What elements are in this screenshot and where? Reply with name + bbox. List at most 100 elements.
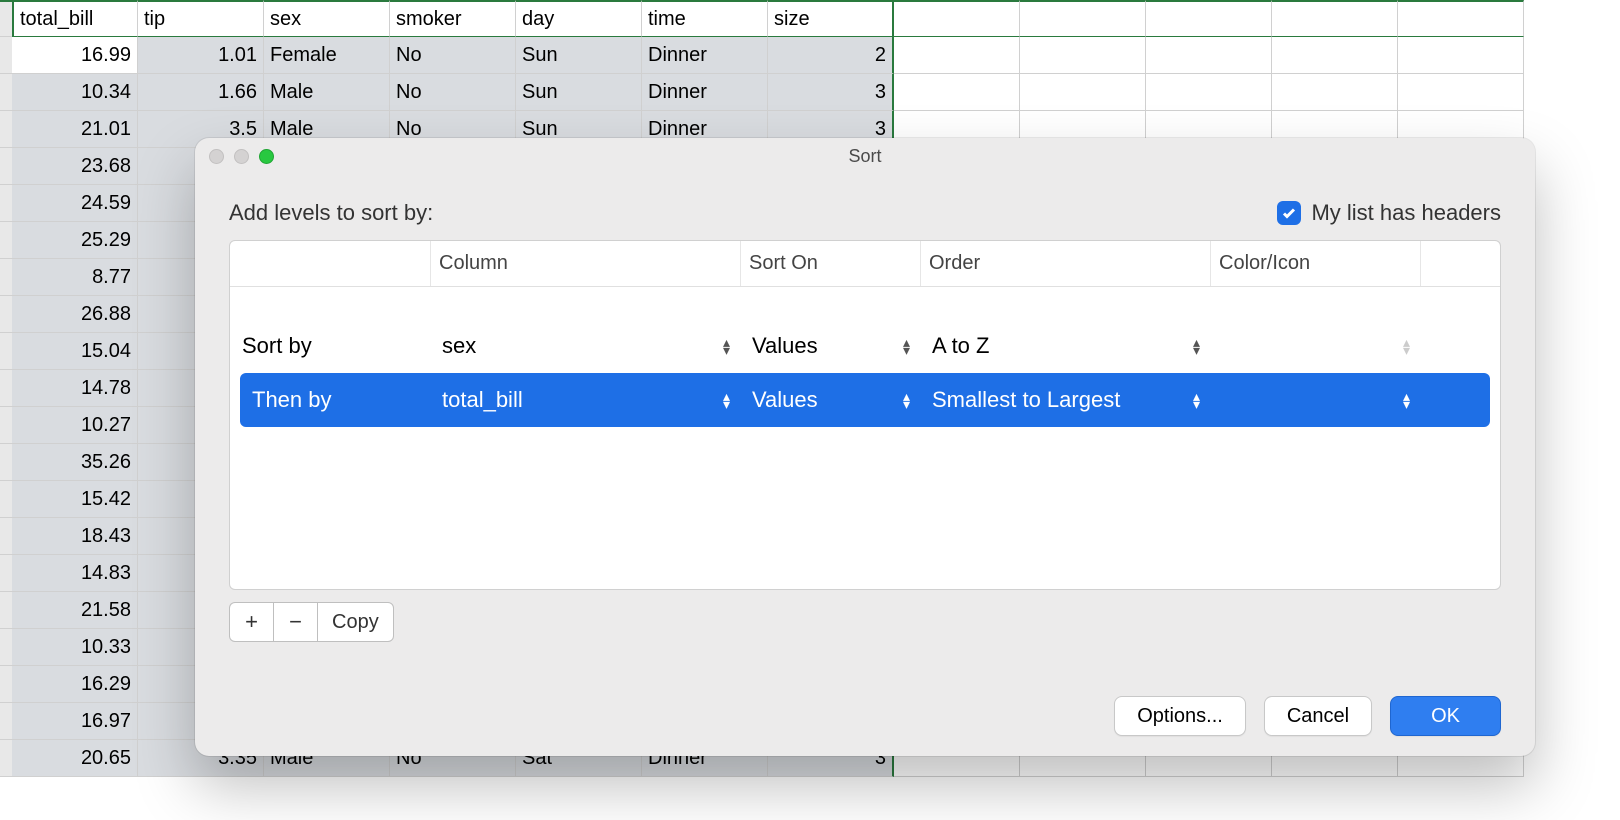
cell[interactable]	[1146, 37, 1272, 74]
add-level-button[interactable]: +	[229, 602, 273, 642]
chevron-up-down-icon: ▴▾	[903, 392, 910, 408]
cell[interactable]: 18.43	[12, 518, 138, 555]
cell[interactable]: Sun	[516, 37, 642, 74]
cell[interactable]: 21.01	[12, 111, 138, 148]
level-order-select[interactable]: Smallest to Largest▴▾	[920, 373, 1210, 427]
level-toolbar: + − Copy	[229, 602, 1501, 642]
cell[interactable]: 16.97	[12, 703, 138, 740]
cell[interactable]: 1.01	[138, 37, 264, 74]
column-header[interactable]: total_bill	[12, 0, 138, 37]
cell[interactable]: Dinner	[642, 37, 768, 74]
chevron-up-down-icon: ▴▾	[903, 338, 910, 354]
chevron-up-down-icon: ▴▾	[1403, 338, 1410, 354]
chevron-up-down-icon: ▴▾	[723, 392, 730, 408]
level-sorton-select[interactable]: Values▴▾	[740, 373, 920, 427]
minimize-icon[interactable]	[234, 149, 249, 164]
sort-levels-header: Column Sort On Order Color/Icon	[230, 241, 1500, 287]
level-end	[1420, 373, 1470, 427]
cell[interactable]: 8.77	[12, 259, 138, 296]
cell[interactable]: 16.29	[12, 666, 138, 703]
copy-level-button[interactable]: Copy	[317, 602, 394, 642]
cell[interactable]: 10.34	[12, 74, 138, 111]
col-header-order: Order	[920, 241, 1210, 286]
cell[interactable]: 35.26	[12, 444, 138, 481]
col-header-sorton: Sort On	[740, 241, 920, 286]
cell[interactable]	[1020, 37, 1146, 74]
level-coloricon-select[interactable]: ▴▾	[1210, 373, 1420, 427]
cell[interactable]: 21.58	[12, 592, 138, 629]
remove-level-button[interactable]: −	[273, 602, 317, 642]
sort-levels-box: Column Sort On Order Color/Icon Sort bys…	[229, 240, 1501, 590]
cell[interactable]: 23.68	[12, 148, 138, 185]
cell[interactable]	[1398, 37, 1524, 74]
cell[interactable]	[894, 37, 1020, 74]
cell[interactable]: 3	[768, 74, 894, 111]
col-header-coloricon: Color/Icon	[1210, 241, 1420, 286]
cell[interactable]: Male	[264, 74, 390, 111]
cell[interactable]	[1272, 74, 1398, 111]
zoom-icon[interactable]	[259, 149, 274, 164]
cell[interactable]: 14.78	[12, 370, 138, 407]
level-sorton-select[interactable]: Values▴▾	[740, 319, 920, 373]
column-header[interactable]: day	[516, 0, 642, 37]
cancel-button[interactable]: Cancel	[1264, 696, 1372, 736]
sort-dialog: Sort Add levels to sort by: My list has …	[195, 138, 1535, 756]
cell[interactable]: 25.29	[12, 222, 138, 259]
cell[interactable]: Dinner	[642, 74, 768, 111]
level-coloricon-select[interactable]: ▴▾	[1210, 319, 1420, 373]
cell[interactable]: 16.99	[12, 37, 138, 74]
sort-level-secondary[interactable]: Then bytotal_bill▴▾Values▴▾Smallest to L…	[240, 373, 1490, 427]
cell[interactable]: 10.33	[12, 629, 138, 666]
options-button[interactable]: Options...	[1114, 696, 1246, 736]
cell[interactable]: 10.27	[12, 407, 138, 444]
column-header[interactable]	[1398, 0, 1524, 37]
cell[interactable]: 26.88	[12, 296, 138, 333]
column-header[interactable]	[1020, 0, 1146, 37]
cell[interactable]: No	[390, 37, 516, 74]
cell[interactable]	[1020, 74, 1146, 111]
level-order-select[interactable]: A to Z▴▾	[920, 319, 1210, 373]
dialog-title: Sort	[848, 146, 881, 167]
cell[interactable]: 15.42	[12, 481, 138, 518]
column-header[interactable]	[1146, 0, 1272, 37]
level-label: Sort by	[230, 319, 430, 373]
dialog-titlebar: Sort	[195, 138, 1535, 174]
cell[interactable]: 15.04	[12, 333, 138, 370]
cell[interactable]: 24.59	[12, 185, 138, 222]
ok-button[interactable]: OK	[1390, 696, 1501, 736]
cell[interactable]	[1146, 74, 1272, 111]
dialog-footer: Options... Cancel OK	[195, 678, 1535, 756]
chevron-up-down-icon: ▴▾	[723, 338, 730, 354]
level-label: Then by	[240, 373, 430, 427]
column-header[interactable]: tip	[138, 0, 264, 37]
column-header[interactable]: smoker	[390, 0, 516, 37]
level-column-select[interactable]: total_bill▴▾	[430, 373, 740, 427]
instruction-label: Add levels to sort by:	[229, 200, 433, 226]
chevron-up-down-icon: ▴▾	[1403, 392, 1410, 408]
close-icon[interactable]	[209, 149, 224, 164]
cell[interactable]: 2	[768, 37, 894, 74]
column-header[interactable]: sex	[264, 0, 390, 37]
cell[interactable]	[894, 74, 1020, 111]
level-end	[1420, 319, 1480, 373]
cell[interactable]: 1.66	[138, 74, 264, 111]
column-header[interactable]	[894, 0, 1020, 37]
column-header[interactable]: time	[642, 0, 768, 37]
headers-checkbox-wrap[interactable]: My list has headers	[1277, 200, 1501, 226]
column-header[interactable]	[1272, 0, 1398, 37]
cell[interactable]	[1398, 74, 1524, 111]
chevron-up-down-icon: ▴▾	[1193, 392, 1200, 408]
cell[interactable]: 14.83	[12, 555, 138, 592]
headers-checkbox-label: My list has headers	[1311, 200, 1501, 226]
cell[interactable]: Female	[264, 37, 390, 74]
col-header-column: Column	[430, 241, 740, 286]
sort-level-primary[interactable]: Sort bysex▴▾Values▴▾A to Z▴▾▴▾	[230, 319, 1500, 373]
cell[interactable]	[1272, 37, 1398, 74]
cell[interactable]: Sun	[516, 74, 642, 111]
chevron-up-down-icon: ▴▾	[1193, 338, 1200, 354]
cell[interactable]: 20.65	[12, 740, 138, 777]
cell[interactable]: No	[390, 74, 516, 111]
column-header[interactable]: size	[768, 0, 894, 37]
level-column-select[interactable]: sex▴▾	[430, 319, 740, 373]
checkbox-icon	[1277, 201, 1301, 225]
